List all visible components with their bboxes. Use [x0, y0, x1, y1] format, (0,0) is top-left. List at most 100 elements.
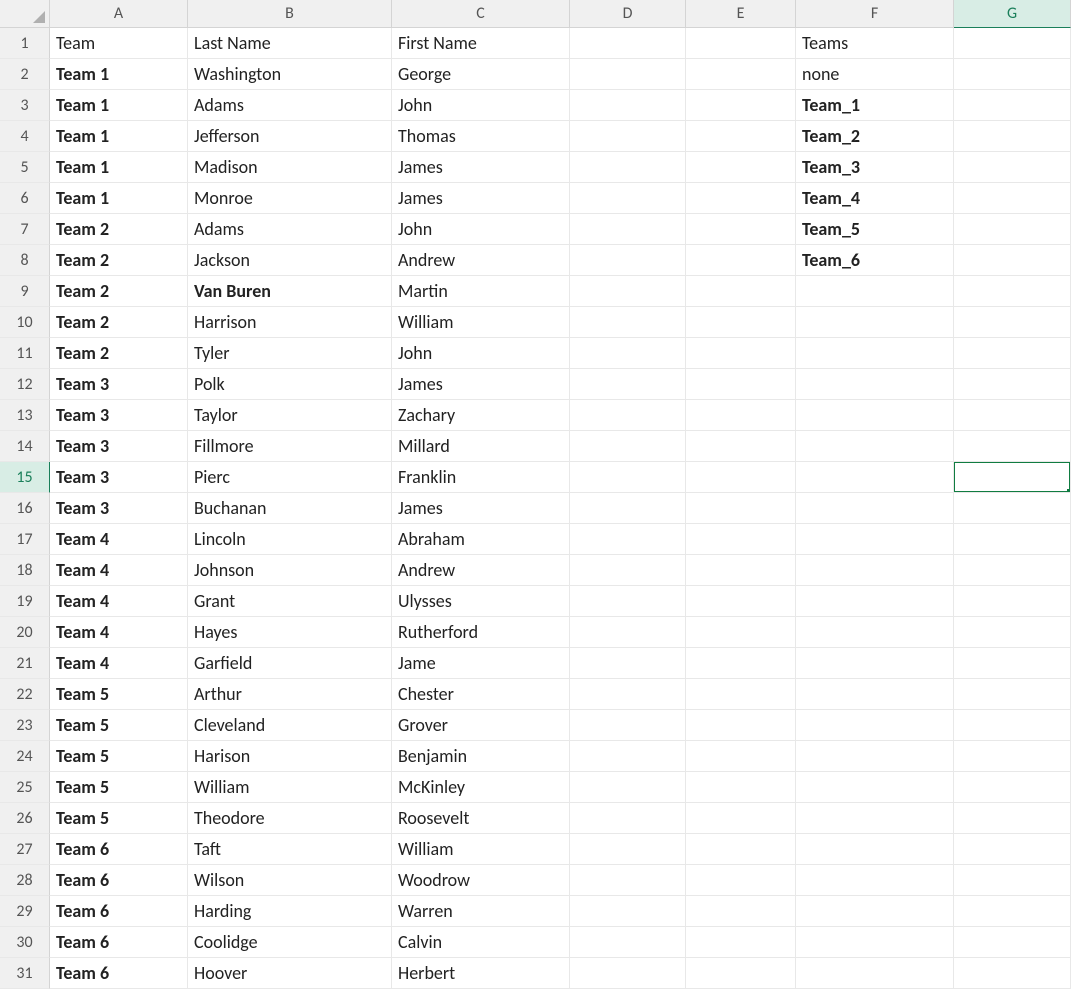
- cell-D5[interactable]: [570, 152, 686, 183]
- cell-D30[interactable]: [570, 927, 686, 958]
- cell-A16[interactable]: Team 3: [50, 493, 188, 524]
- row-header-1[interactable]: 1: [0, 28, 50, 59]
- cell-E31[interactable]: [686, 958, 796, 989]
- cell-A23[interactable]: Team 5: [50, 710, 188, 741]
- cell-F2[interactable]: none: [796, 59, 954, 90]
- cell-C3[interactable]: John: [392, 90, 570, 121]
- cell-G10[interactable]: [954, 307, 1071, 338]
- cell-F17[interactable]: [796, 524, 954, 555]
- cell-G2[interactable]: [954, 59, 1071, 90]
- cell-F11[interactable]: [796, 338, 954, 369]
- cell-C4[interactable]: Thomas: [392, 121, 570, 152]
- cell-G31[interactable]: [954, 958, 1071, 989]
- cell-B18[interactable]: Johnson: [188, 555, 392, 586]
- row-header-10[interactable]: 10: [0, 307, 50, 338]
- row-header-23[interactable]: 23: [0, 710, 50, 741]
- row-header-3[interactable]: 3: [0, 90, 50, 121]
- cell-D6[interactable]: [570, 183, 686, 214]
- cell-F23[interactable]: [796, 710, 954, 741]
- cell-F24[interactable]: [796, 741, 954, 772]
- cell-E6[interactable]: [686, 183, 796, 214]
- cell-C15[interactable]: Franklin: [392, 462, 570, 493]
- cell-E16[interactable]: [686, 493, 796, 524]
- cell-G13[interactable]: [954, 400, 1071, 431]
- cell-C31[interactable]: Herbert: [392, 958, 570, 989]
- cell-D17[interactable]: [570, 524, 686, 555]
- cell-G26[interactable]: [954, 803, 1071, 834]
- cell-A21[interactable]: Team 4: [50, 648, 188, 679]
- cell-G27[interactable]: [954, 834, 1071, 865]
- cell-A20[interactable]: Team 4: [50, 617, 188, 648]
- column-header-B[interactable]: B: [188, 0, 392, 28]
- cell-A24[interactable]: Team 5: [50, 741, 188, 772]
- row-header-22[interactable]: 22: [0, 679, 50, 710]
- cell-B15[interactable]: Pierc: [188, 462, 392, 493]
- cell-D31[interactable]: [570, 958, 686, 989]
- column-header-F[interactable]: F: [796, 0, 954, 28]
- cell-D9[interactable]: [570, 276, 686, 307]
- cell-A15[interactable]: Team 3: [50, 462, 188, 493]
- cell-G9[interactable]: [954, 276, 1071, 307]
- column-header-D[interactable]: D: [570, 0, 686, 28]
- cell-C24[interactable]: Benjamin: [392, 741, 570, 772]
- cell-F6[interactable]: Team_4: [796, 183, 954, 214]
- cell-C25[interactable]: McKinley: [392, 772, 570, 803]
- cell-E20[interactable]: [686, 617, 796, 648]
- cell-B6[interactable]: Monroe: [188, 183, 392, 214]
- cell-B12[interactable]: Polk: [188, 369, 392, 400]
- cell-G16[interactable]: [954, 493, 1071, 524]
- row-header-16[interactable]: 16: [0, 493, 50, 524]
- cell-A26[interactable]: Team 5: [50, 803, 188, 834]
- cell-B2[interactable]: Washington: [188, 59, 392, 90]
- cell-D27[interactable]: [570, 834, 686, 865]
- cell-E10[interactable]: [686, 307, 796, 338]
- cell-B7[interactable]: Adams: [188, 214, 392, 245]
- row-header-5[interactable]: 5: [0, 152, 50, 183]
- cell-G17[interactable]: [954, 524, 1071, 555]
- cell-E18[interactable]: [686, 555, 796, 586]
- cell-C9[interactable]: Martin: [392, 276, 570, 307]
- cell-F22[interactable]: [796, 679, 954, 710]
- cell-G29[interactable]: [954, 896, 1071, 927]
- cell-A18[interactable]: Team 4: [50, 555, 188, 586]
- cell-D28[interactable]: [570, 865, 686, 896]
- cell-D16[interactable]: [570, 493, 686, 524]
- cell-D8[interactable]: [570, 245, 686, 276]
- cell-F10[interactable]: [796, 307, 954, 338]
- cell-A13[interactable]: Team 3: [50, 400, 188, 431]
- row-header-30[interactable]: 30: [0, 927, 50, 958]
- cell-B10[interactable]: Harrison: [188, 307, 392, 338]
- cell-B14[interactable]: Fillmore: [188, 431, 392, 462]
- cell-D23[interactable]: [570, 710, 686, 741]
- cell-A7[interactable]: Team 2: [50, 214, 188, 245]
- cell-E9[interactable]: [686, 276, 796, 307]
- cell-E4[interactable]: [686, 121, 796, 152]
- cell-D14[interactable]: [570, 431, 686, 462]
- cell-A4[interactable]: Team 1: [50, 121, 188, 152]
- cell-F9[interactable]: [796, 276, 954, 307]
- cell-E5[interactable]: [686, 152, 796, 183]
- cell-C7[interactable]: John: [392, 214, 570, 245]
- row-header-26[interactable]: 26: [0, 803, 50, 834]
- cell-F30[interactable]: [796, 927, 954, 958]
- cell-B16[interactable]: Buchanan: [188, 493, 392, 524]
- cell-F12[interactable]: [796, 369, 954, 400]
- cell-D22[interactable]: [570, 679, 686, 710]
- cell-C1[interactable]: First Name: [392, 28, 570, 59]
- cell-A12[interactable]: Team 3: [50, 369, 188, 400]
- cell-F25[interactable]: [796, 772, 954, 803]
- cell-A25[interactable]: Team 5: [50, 772, 188, 803]
- row-header-27[interactable]: 27: [0, 834, 50, 865]
- row-header-21[interactable]: 21: [0, 648, 50, 679]
- cell-A2[interactable]: Team 1: [50, 59, 188, 90]
- cell-E27[interactable]: [686, 834, 796, 865]
- column-header-E[interactable]: E: [686, 0, 796, 28]
- cell-A27[interactable]: Team 6: [50, 834, 188, 865]
- cell-B19[interactable]: Grant: [188, 586, 392, 617]
- cell-E2[interactable]: [686, 59, 796, 90]
- row-header-8[interactable]: 8: [0, 245, 50, 276]
- cell-E1[interactable]: [686, 28, 796, 59]
- cell-A29[interactable]: Team 6: [50, 896, 188, 927]
- row-header-18[interactable]: 18: [0, 555, 50, 586]
- row-header-2[interactable]: 2: [0, 59, 50, 90]
